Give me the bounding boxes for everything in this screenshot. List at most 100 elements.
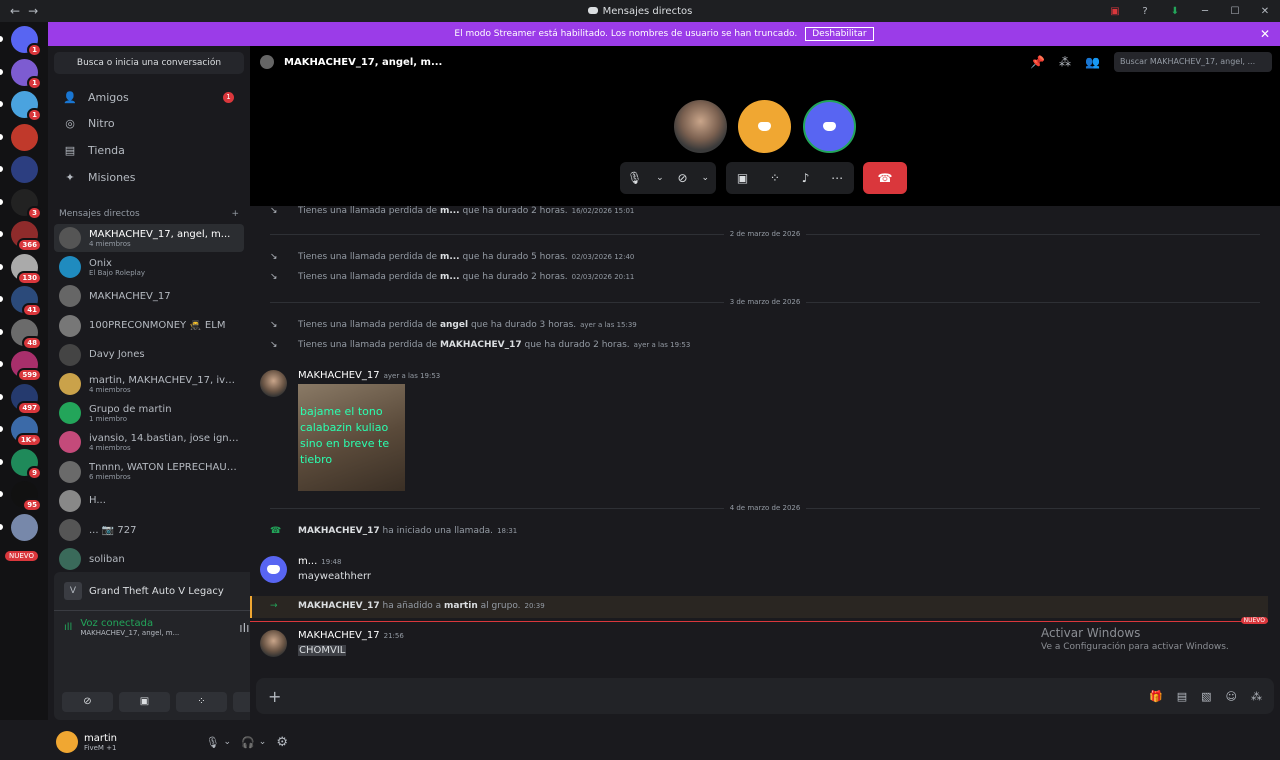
chevron-down-icon[interactable]: ⌄ — [656, 173, 664, 183]
back-arrow-icon[interactable]: ← — [10, 4, 20, 18]
dm-item[interactable]: Grupo de martin 1 miembro — [54, 399, 244, 427]
server-image — [11, 513, 38, 541]
dm-item[interactable]: Onix El Bajo Roleplay — [54, 253, 244, 281]
screen-share-button[interactable]: ▣ — [119, 692, 170, 712]
author-name[interactable]: MAKHACHEV_17 — [298, 630, 380, 641]
activities-button[interactable]: ⁘ — [176, 692, 227, 712]
more-icon[interactable]: ⋯ — [831, 171, 843, 185]
sticker-icon[interactable]: ▧ — [1201, 690, 1211, 703]
close-window-icon[interactable]: ✕ — [1250, 6, 1280, 17]
system-message: ☎ MAKHACHEV_17 ha iniciado una llamada. 18… — [270, 526, 1260, 536]
disable-streamer-button[interactable]: Deshabilitar — [805, 27, 874, 41]
server-icon[interactable]: 1 — [11, 26, 42, 57]
server-icon[interactable]: 1 — [11, 58, 42, 90]
sys-user[interactable]: MAKHACHEV_17 — [440, 340, 522, 350]
chat-title[interactable]: MAKHACHEV_17, angel, m... — [284, 57, 442, 68]
server-icon[interactable]: 95 — [11, 481, 42, 512]
sys-user[interactable]: martin — [444, 601, 478, 611]
participant-avatar[interactable] — [738, 100, 791, 153]
add-friends-icon[interactable]: ⁂ — [1059, 55, 1071, 69]
author-name[interactable]: m... — [298, 556, 317, 567]
user-name[interactable]: martin — [84, 733, 117, 744]
member-list-icon[interactable]: 👥 — [1085, 55, 1100, 69]
activities-icon[interactable]: ⁘ — [770, 171, 780, 185]
server-icon[interactable]: 1K+ — [11, 416, 42, 447]
hangup-button[interactable]: ☎ — [863, 162, 907, 194]
camera-button[interactable]: ⊘ — [62, 692, 113, 712]
image-attachment[interactable]: bajame el tono calabazin kuliao sino en … — [298, 384, 405, 491]
pin-icon[interactable]: 📌 — [1030, 55, 1045, 69]
download-icon[interactable]: ⬇ — [1160, 6, 1190, 17]
dm-item[interactable]: MAKHACHEV_17 — [54, 282, 244, 310]
chevron-down-icon[interactable]: ⌄ — [259, 737, 267, 747]
sys-user[interactable]: MAKHACHEV_17 — [298, 526, 380, 536]
dm-item[interactable]: MAKHACHEV_17, angel, m... 4 miembros — [54, 224, 244, 252]
maximize-icon[interactable]: ☐ — [1220, 6, 1250, 17]
nav-friends[interactable]: 👤 Amigos 1 — [54, 84, 244, 110]
message-composer[interactable]: + 🎁 ▤ ▧ ☺ ⁂ — [256, 678, 1274, 714]
voice-channel[interactable]: MAKHACHEV_17, angel, m... — [80, 629, 179, 637]
chevron-down-icon[interactable]: ⌄ — [224, 737, 232, 747]
dm-item[interactable]: 100PRECONMONEY 🥷 ELM — [54, 312, 244, 340]
server-icon[interactable]: 599 — [11, 351, 42, 382]
dm-item[interactable]: martin, MAKHACHEV_17, ivansio 4 miembros — [54, 370, 244, 398]
server-icon[interactable]: 366 — [11, 221, 42, 252]
nav-quests[interactable]: ✦ Misiones — [54, 164, 244, 190]
dm-item[interactable]: H... — [54, 487, 244, 515]
server-icon[interactable]: 3 — [11, 188, 42, 220]
server-badge: 48 — [22, 335, 42, 350]
close-banner-icon[interactable]: ✕ — [1260, 27, 1270, 41]
user-avatar[interactable] — [56, 731, 78, 753]
server-icon[interactable]: 48 — [11, 318, 42, 350]
date-divider-label: 4 de marzo de 2026 — [723, 504, 807, 512]
dm-search-button[interactable]: Busca o inicia una conversación — [54, 52, 244, 74]
dm-item[interactable]: ... 📷 727 — [54, 516, 244, 544]
gif-icon[interactable]: ▤ — [1177, 690, 1187, 703]
server-icon[interactable] — [11, 123, 38, 151]
sys-user[interactable]: m... — [440, 272, 460, 282]
author-name[interactable]: MAKHACHEV_17 — [298, 370, 380, 381]
microphone-icon[interactable]: 🎙 — [206, 736, 220, 749]
dm-item[interactable]: ivansio, 14.bastian, jose ignacio 4 miemb… — [54, 428, 244, 456]
screen-share-icon[interactable]: ▣ — [1100, 6, 1130, 17]
dm-item[interactable]: soliban — [54, 545, 244, 573]
gift-icon[interactable]: 🎁 — [1149, 690, 1163, 703]
server-icon[interactable]: 9 — [11, 448, 42, 480]
chevron-down-icon[interactable]: ⌄ — [701, 173, 709, 183]
headphones-icon[interactable]: 🎧 — [241, 736, 255, 749]
server-icon[interactable]: 130 — [11, 253, 42, 285]
sys-user[interactable]: MAKHACHEV_17 — [298, 601, 380, 611]
camera-off-icon[interactable]: ⊘ — [678, 171, 688, 185]
voice-status[interactable]: Voz conectada — [80, 618, 179, 629]
sys-user[interactable]: m... — [440, 252, 460, 262]
server-icon[interactable] — [11, 156, 38, 183]
nav-store[interactable]: ▤ Tienda — [54, 137, 244, 163]
server-icon[interactable] — [11, 513, 38, 541]
participant-avatar[interactable] — [674, 100, 727, 153]
dm-item[interactable]: Tnnnn, WATON LEPRECHAUN... 6 miembros — [54, 458, 244, 486]
forward-arrow-icon[interactable]: → — [28, 4, 38, 18]
microphone-icon[interactable]: 🎙 — [627, 171, 642, 185]
emoji-icon[interactable]: ☺ — [1226, 690, 1237, 703]
add-dm-icon[interactable]: + — [231, 209, 239, 219]
sys-user[interactable]: angel — [440, 320, 468, 330]
sys-user[interactable]: m... — [440, 206, 460, 216]
chat-search-input[interactable]: Buscar MAKHACHEV_17, angel, ... — [1114, 52, 1272, 72]
author-avatar[interactable] — [260, 370, 287, 397]
dm-item[interactable]: Davy Jones — [54, 341, 244, 369]
soundboard-icon[interactable]: ♪ — [802, 171, 810, 185]
add-attachment-icon[interactable]: + — [268, 687, 281, 706]
participant-avatar-speaking[interactable] — [803, 100, 856, 153]
author-avatar[interactable] — [260, 556, 287, 583]
apps-icon[interactable]: ⁂ — [1251, 690, 1262, 703]
dm-name: MAKHACHEV_17, angel, m... — [89, 228, 231, 240]
minimize-icon[interactable]: ─ — [1190, 6, 1220, 17]
help-icon[interactable]: ? — [1130, 6, 1160, 17]
screen-share-icon[interactable]: ▣ — [737, 171, 748, 185]
nav-nitro[interactable]: ◎ Nitro — [54, 110, 244, 136]
server-icon[interactable]: 497 — [11, 383, 42, 415]
settings-gear-icon[interactable]: ⚙ — [276, 735, 288, 750]
author-avatar[interactable] — [260, 630, 287, 657]
server-icon[interactable]: 1 — [11, 91, 42, 122]
server-icon[interactable]: 41 — [11, 286, 42, 317]
